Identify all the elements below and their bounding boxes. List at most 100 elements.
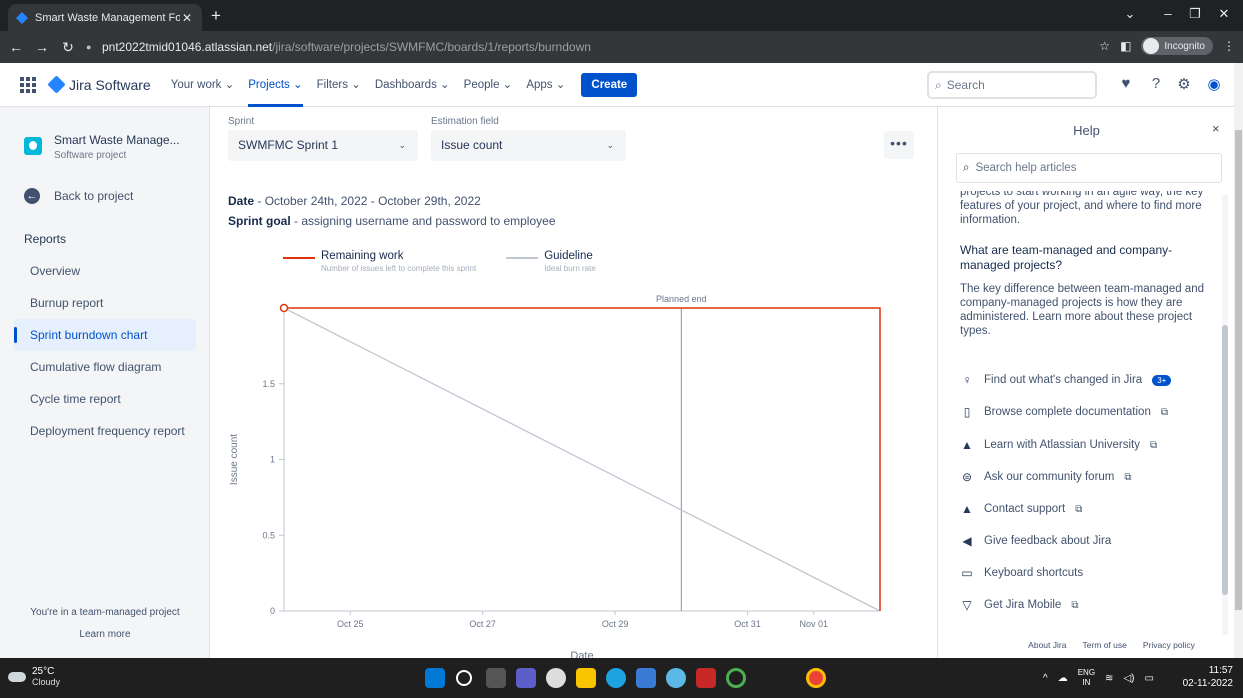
help-link-shortcuts[interactable]: ▭ Keyboard shortcuts bbox=[960, 566, 1083, 580]
temperature: 25°C bbox=[32, 666, 55, 677]
nav-apps[interactable]: Apps ⌄ bbox=[526, 63, 565, 107]
help-paragraph-1: features of your project, and where to f… bbox=[960, 200, 1202, 226]
x-tick-label: Oct 25 bbox=[337, 619, 364, 629]
sidebar-item-sprint-burndown[interactable]: Sprint burndown chart bbox=[14, 319, 196, 351]
nav-dashboards[interactable]: Dashboards ⌄ bbox=[375, 63, 450, 107]
nav-people[interactable]: People ⌄ bbox=[464, 63, 513, 107]
project-header[interactable]: Smart Waste Manage... Software project bbox=[24, 133, 180, 161]
lock-icon: ● bbox=[86, 42, 92, 52]
battery-icon[interactable]: ▭ bbox=[1144, 673, 1153, 684]
incognito-badge[interactable]: Incognito bbox=[1141, 37, 1213, 55]
product-name: Jira Software bbox=[69, 76, 151, 93]
sidebar-item-cumulative-flow[interactable]: Cumulative flow diagram bbox=[14, 351, 196, 383]
jira-header: Jira Software Your work ⌄ Projects ⌄ Fil… bbox=[0, 63, 1234, 107]
help-article: projects to start working in an agile wa… bbox=[960, 191, 1214, 338]
help-close-icon[interactable]: × bbox=[1212, 121, 1220, 136]
search-icon: ⌕ bbox=[935, 77, 942, 92]
help-title: Help bbox=[1073, 123, 1100, 138]
planned-end-label: Planned end bbox=[656, 294, 707, 304]
back-to-project-link[interactable]: ← Back to project bbox=[24, 188, 133, 204]
help-link-feedback[interactable]: ◀ Give feedback about Jira bbox=[960, 534, 1111, 548]
help-link-whats-changed[interactable]: ♀ Find out what's changed in Jira 3+ bbox=[960, 373, 1172, 387]
bookmark-star-icon[interactable]: ☆ bbox=[1099, 39, 1110, 53]
tab-search-icon[interactable]: ⌄ bbox=[1120, 6, 1140, 22]
x-tick-label: Oct 27 bbox=[469, 619, 496, 629]
sidepanel-icon[interactable]: ◧ bbox=[1120, 39, 1131, 53]
back-arrow-icon[interactable]: ← bbox=[6, 39, 26, 55]
language-indicator[interactable]: ENG IN bbox=[1078, 668, 1095, 688]
jira-favicon-icon bbox=[16, 11, 28, 24]
monitor-icon: ▭ bbox=[961, 566, 973, 580]
address-bar[interactable]: ● pnt2022tmid01046.atlassian.net/jira/so… bbox=[86, 35, 1236, 59]
sidebar-item-overview[interactable]: Overview bbox=[14, 255, 196, 287]
help-panel: Help × ⌕ Search help articles projects t… bbox=[937, 107, 1234, 658]
x-tick-label: Oct 29 bbox=[602, 619, 629, 629]
onedrive-icon[interactable]: ☁ bbox=[1058, 673, 1068, 684]
search-icon[interactable] bbox=[456, 670, 472, 686]
edge-icon[interactable] bbox=[606, 668, 626, 688]
help-link-support[interactable]: ▲ Contact support ⧉ bbox=[960, 502, 1082, 516]
help-link-university[interactable]: ▲ Learn with Atlassian University ⧉ bbox=[960, 438, 1157, 452]
guideline-series-line bbox=[283, 307, 881, 612]
reload-icon[interactable]: ↻ bbox=[58, 39, 78, 56]
store-icon[interactable] bbox=[636, 668, 656, 688]
help-icon[interactable]: ? bbox=[1146, 75, 1166, 92]
browser-tab[interactable]: Smart Waste Management For M ✕ bbox=[8, 4, 202, 31]
weather-widget[interactable]: 25°C Cloudy bbox=[8, 666, 60, 687]
browser-menu-icon[interactable]: ⋮ bbox=[1223, 39, 1235, 53]
clock[interactable]: 11:57 02-11-2022 bbox=[1181, 664, 1233, 690]
browser-tab-strip: Smart Waste Management For M ✕ + ⌄ – ❐ ✕ bbox=[0, 0, 1243, 31]
help-link-community[interactable]: ⊜ Ask our community forum ⧉ bbox=[960, 470, 1132, 484]
sidebar-item-burnup[interactable]: Burnup report bbox=[14, 287, 196, 319]
weather-condition: Cloudy bbox=[32, 677, 61, 687]
help-link-mobile[interactable]: ▽ Get Jira Mobile ⧉ bbox=[960, 598, 1078, 612]
toolbar-right: ☆ ◧ Incognito ⋮ bbox=[1099, 37, 1235, 55]
widgets-icon[interactable] bbox=[546, 668, 566, 688]
help-search-input[interactable]: ⌕ Search help articles bbox=[956, 153, 1222, 183]
start-icon[interactable] bbox=[425, 668, 445, 688]
new-tab-button[interactable]: + bbox=[206, 6, 226, 26]
settings-gear-icon[interactable]: ⚙ bbox=[1174, 75, 1194, 93]
warning-triangle-icon: ▲ bbox=[961, 502, 973, 516]
sidebar-item-cycle-time[interactable]: Cycle time report bbox=[14, 383, 196, 415]
about-jira-link[interactable]: About Jira bbox=[1028, 640, 1066, 650]
create-button[interactable]: Create bbox=[581, 72, 638, 97]
megaphone-icon: ◀ bbox=[962, 534, 972, 548]
arrow-left-icon: ← bbox=[24, 188, 40, 204]
help-scrollbar-thumb[interactable] bbox=[1222, 325, 1228, 595]
chat-bubble-icon: ⊜ bbox=[961, 470, 973, 484]
window-close-button[interactable]: ✕ bbox=[1214, 6, 1234, 22]
url-host: pnt2022tmid01046.atlassian.net bbox=[102, 40, 273, 54]
search-input[interactable]: ⌕ Search bbox=[927, 71, 1097, 99]
minimize-button[interactable]: – bbox=[1158, 6, 1178, 21]
tab-close-icon[interactable]: ✕ bbox=[180, 11, 194, 25]
file-explorer-icon[interactable] bbox=[576, 668, 596, 688]
page-scrollbar-thumb[interactable] bbox=[1235, 130, 1242, 610]
nav-your-work[interactable]: Your work ⌄ bbox=[171, 63, 235, 107]
volume-icon[interactable]: ◁) bbox=[1123, 673, 1134, 684]
tray-chevron-icon[interactable]: ^ bbox=[1043, 673, 1048, 684]
restore-button[interactable]: ❐ bbox=[1185, 6, 1205, 22]
app-switcher-icon[interactable] bbox=[20, 76, 36, 93]
chrome-icon[interactable] bbox=[806, 668, 826, 688]
learn-more-link[interactable]: Learn more bbox=[0, 629, 210, 640]
terms-link[interactable]: Term of use bbox=[1082, 640, 1126, 650]
nav-projects[interactable]: Projects ⌄ bbox=[248, 63, 304, 107]
forward-arrow-icon[interactable]: → bbox=[32, 39, 52, 55]
notifications-icon[interactable]: ♥ bbox=[1116, 75, 1136, 92]
wifi-icon[interactable]: ≋ bbox=[1105, 673, 1113, 684]
mcafee-icon[interactable] bbox=[696, 668, 716, 688]
jira-logo[interactable]: Jira Software bbox=[47, 75, 151, 94]
nav-filters[interactable]: Filters ⌄ bbox=[317, 63, 361, 107]
privacy-link[interactable]: Privacy policy bbox=[1143, 640, 1195, 650]
help-footer: About Jira Term of use Privacy policy bbox=[938, 640, 1234, 650]
clock-date: 02-11-2022 bbox=[1182, 678, 1233, 689]
profile-avatar-icon[interactable]: ◉ bbox=[1204, 75, 1224, 93]
task-view-icon[interactable] bbox=[486, 668, 506, 688]
app-ring-icon[interactable] bbox=[726, 668, 746, 688]
windows-taskbar: 25°C Cloudy ^ ☁ ENG IN ≋ ◁) ▭ 11:57 02-11… bbox=[0, 658, 1243, 698]
sidebar-item-deployment-frequency[interactable]: Deployment frequency report bbox=[14, 415, 196, 447]
vscode-icon[interactable] bbox=[666, 668, 686, 688]
help-link-documentation[interactable]: ▯ Browse complete documentation ⧉ bbox=[960, 405, 1168, 419]
chat-icon[interactable] bbox=[516, 668, 536, 688]
